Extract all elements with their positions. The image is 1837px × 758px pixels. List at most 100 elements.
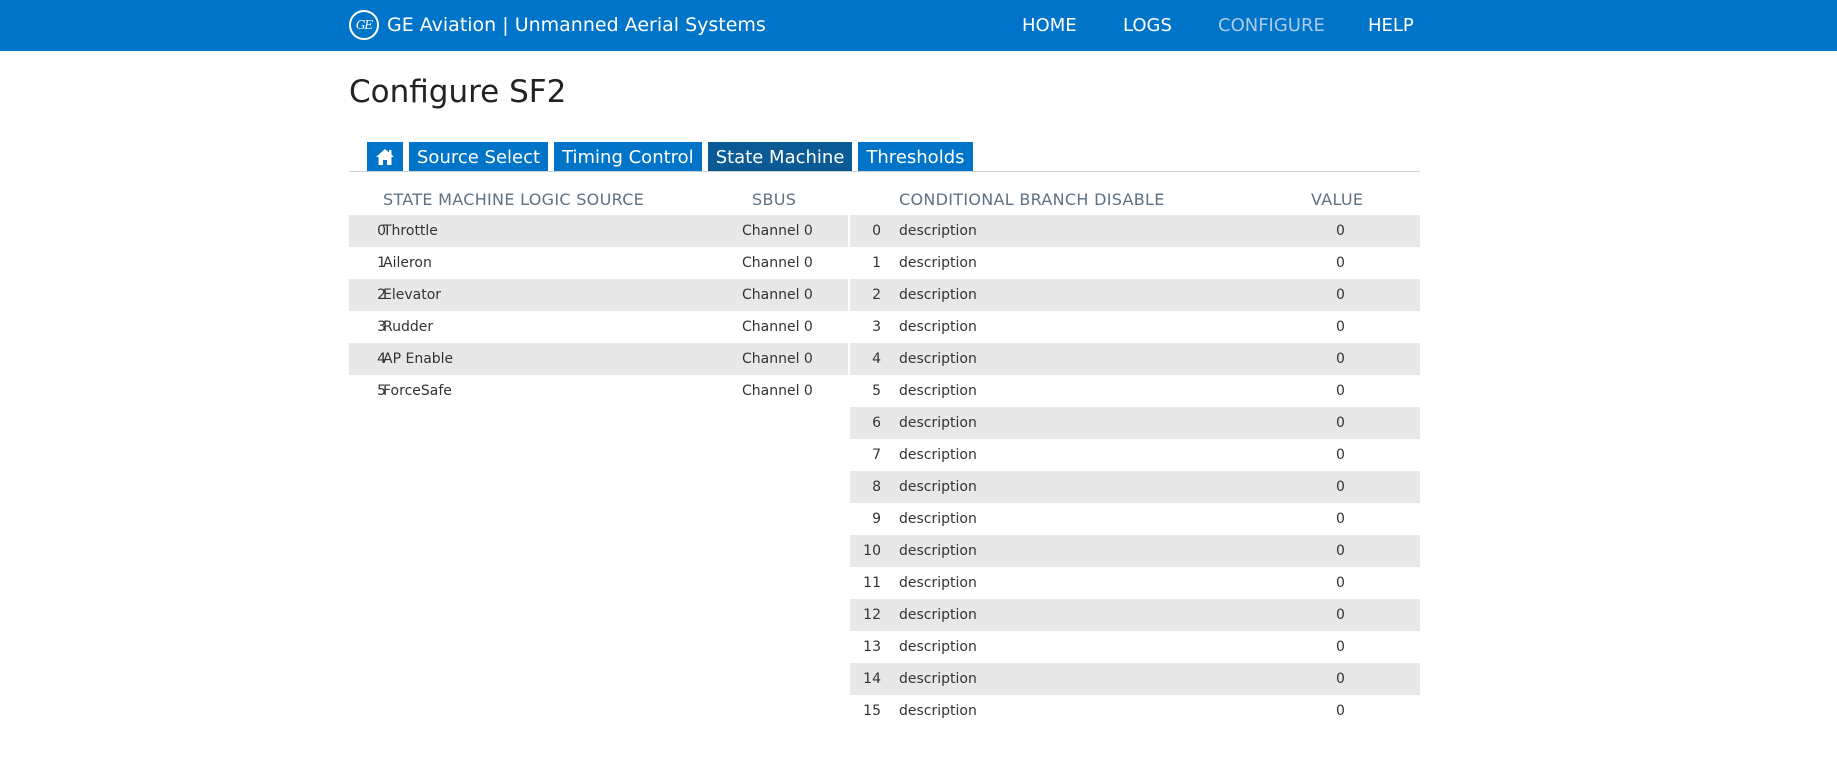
row-index: 2 xyxy=(872,287,881,303)
row-source-name: Aileron xyxy=(383,255,432,271)
row-sbus-channel[interactable]: Channel 0 xyxy=(742,279,813,311)
row-source-name: Rudder xyxy=(383,319,434,335)
row-sbus-channel[interactable]: Channel 0 xyxy=(742,343,813,375)
table-row[interactable]: 12 description 0 xyxy=(850,599,1420,631)
row-index: 11 xyxy=(863,575,881,591)
table-row[interactable]: 4 AP Enable Channel 0 xyxy=(349,343,848,375)
nav-help[interactable]: HELP xyxy=(1368,0,1414,51)
row-value[interactable]: 0 xyxy=(1336,567,1345,599)
row-index: 14 xyxy=(863,671,881,687)
row-description: description xyxy=(899,351,977,367)
nav-help-label[interactable]: HELP xyxy=(1368,15,1414,36)
tab-source-select[interactable]: Source Select xyxy=(409,142,549,172)
row-value[interactable]: 0 xyxy=(1336,407,1345,439)
row-index: 9 xyxy=(872,511,881,527)
header-logic-source: STATE MACHINE LOGIC SOURCE xyxy=(383,190,645,209)
table-row[interactable]: 7 description 0 xyxy=(850,439,1420,471)
table-row[interactable]: 9 description 0 xyxy=(850,503,1420,535)
ge-logo-icon: GE xyxy=(349,10,379,40)
row-index: 10 xyxy=(863,543,881,559)
row-index: 6 xyxy=(872,415,881,431)
table-row[interactable]: 3 description 0 xyxy=(850,311,1420,343)
row-description: description xyxy=(899,447,977,463)
row-index: 3 xyxy=(872,319,881,335)
row-description: description xyxy=(899,703,977,719)
row-description: description xyxy=(899,415,977,431)
nav-logs-label[interactable]: LOGS xyxy=(1123,15,1172,36)
row-index: 0 xyxy=(872,223,881,239)
row-description: description xyxy=(899,575,977,591)
row-value[interactable]: 0 xyxy=(1336,663,1345,695)
row-value[interactable]: 0 xyxy=(1336,279,1345,311)
table-row[interactable]: 1 description 0 xyxy=(850,247,1420,279)
table-row[interactable]: 14 description 0 xyxy=(850,663,1420,695)
row-sbus-channel[interactable]: Channel 0 xyxy=(742,215,813,247)
brand[interactable]: GE GE Aviation | Unmanned Aerial Systems xyxy=(349,8,766,42)
row-value[interactable]: 0 xyxy=(1336,247,1345,279)
tab-thresholds[interactable]: Thresholds xyxy=(858,142,973,172)
row-value[interactable]: 0 xyxy=(1336,631,1345,663)
table-row[interactable]: 1 Aileron Channel 0 xyxy=(349,247,848,279)
nav-home[interactable]: HOME xyxy=(1022,0,1077,51)
nav-configure[interactable]: CONFIGURE xyxy=(1218,0,1325,51)
header-conditional-branch: CONDITIONAL BRANCH DISABLE xyxy=(899,190,1165,209)
row-value[interactable]: 0 xyxy=(1336,535,1345,567)
table-row[interactable]: 5 ForceSafe Channel 0 xyxy=(349,375,848,407)
row-description: description xyxy=(899,607,977,623)
page-title: Configure SF2 xyxy=(349,74,567,110)
row-source-name: Throttle xyxy=(383,223,438,239)
tab-home[interactable] xyxy=(367,142,403,172)
brand-title: GE Aviation | Unmanned Aerial Systems xyxy=(387,14,766,36)
row-description: description xyxy=(899,543,977,559)
row-value[interactable]: 0 xyxy=(1336,311,1345,343)
tab-timing-control[interactable]: Timing Control xyxy=(554,142,702,172)
header-sbus: SBUS xyxy=(752,190,797,209)
row-index: 8 xyxy=(872,479,881,495)
row-value[interactable]: 0 xyxy=(1336,343,1345,375)
table-row[interactable]: 6 description 0 xyxy=(850,407,1420,439)
table-row[interactable]: 2 Elevator Channel 0 xyxy=(349,279,848,311)
row-index: 15 xyxy=(863,703,881,719)
row-index: 7 xyxy=(872,447,881,463)
row-description: description xyxy=(899,639,977,655)
table-row[interactable]: 11 description 0 xyxy=(850,567,1420,599)
table-row[interactable]: 0 Throttle Channel 0 xyxy=(349,215,848,247)
row-sbus-channel[interactable]: Channel 0 xyxy=(742,375,813,407)
nav-logs[interactable]: LOGS xyxy=(1123,0,1172,51)
table-row[interactable]: 4 description 0 xyxy=(850,343,1420,375)
table-row[interactable]: 15 description 0 xyxy=(850,695,1420,727)
row-index: 5 xyxy=(872,383,881,399)
table-row[interactable]: 8 description 0 xyxy=(850,471,1420,503)
row-index: 4 xyxy=(872,351,881,367)
config-tabs: Source Select Timing Control State Machi… xyxy=(367,142,979,172)
nav-home-label[interactable]: HOME xyxy=(1022,15,1077,36)
row-index: 12 xyxy=(863,607,881,623)
row-description: description xyxy=(899,287,977,303)
row-sbus-channel[interactable]: Channel 0 xyxy=(742,247,813,279)
table-row[interactable]: 10 description 0 xyxy=(850,535,1420,567)
tab-divider xyxy=(349,171,1420,172)
row-description: description xyxy=(899,383,977,399)
table-row[interactable]: 0 description 0 xyxy=(850,215,1420,247)
row-description: description xyxy=(899,671,977,687)
nav-configure-label[interactable]: CONFIGURE xyxy=(1218,15,1325,36)
logic-source-table: 0 Throttle Channel 0 1 Aileron Channel 0… xyxy=(349,215,848,407)
row-value[interactable]: 0 xyxy=(1336,215,1345,247)
header-value: VALUE xyxy=(1311,190,1364,209)
tab-state-machine[interactable]: State Machine xyxy=(707,142,853,172)
row-value[interactable]: 0 xyxy=(1336,375,1345,407)
row-sbus-channel[interactable]: Channel 0 xyxy=(742,311,813,343)
table-row[interactable]: 13 description 0 xyxy=(850,631,1420,663)
table-row[interactable]: 5 description 0 xyxy=(850,375,1420,407)
top-navbar: GE GE Aviation | Unmanned Aerial Systems… xyxy=(0,0,1837,51)
row-source-name: AP Enable xyxy=(383,351,454,367)
row-value[interactable]: 0 xyxy=(1336,503,1345,535)
home-icon xyxy=(376,149,394,165)
row-value[interactable]: 0 xyxy=(1336,599,1345,631)
table-row[interactable]: 3 Rudder Channel 0 xyxy=(349,311,848,343)
row-value[interactable]: 0 xyxy=(1336,439,1345,471)
row-value[interactable]: 0 xyxy=(1336,471,1345,503)
table-row[interactable]: 2 description 0 xyxy=(850,279,1420,311)
row-description: description xyxy=(899,255,977,271)
row-value[interactable]: 0 xyxy=(1336,695,1345,727)
